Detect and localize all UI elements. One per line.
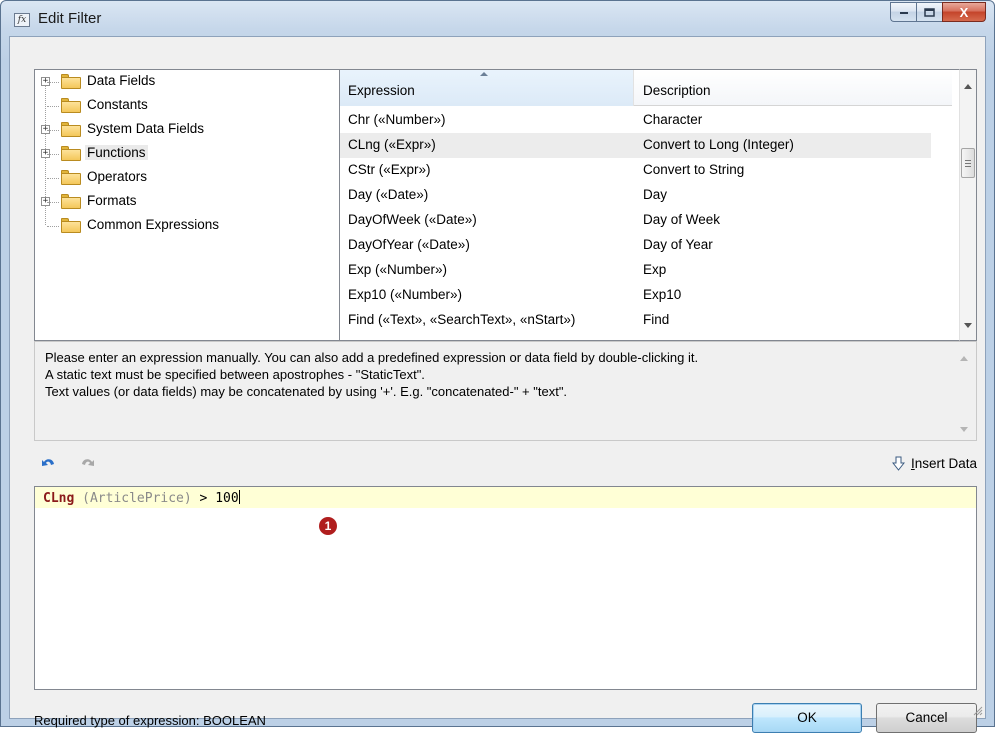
cell-expression: Day («Date») <box>348 187 429 202</box>
grid-row[interactable]: Exp10 («Number») Exp10 <box>340 283 931 308</box>
cell-description: Exp10 <box>643 287 682 302</box>
tree-connector-h <box>47 130 59 131</box>
tree-item-label: Data Fields <box>87 73 156 88</box>
cell-description: Convert to Long (Integer) <box>643 137 794 152</box>
ok-button[interactable]: OK <box>752 703 862 733</box>
grid-row[interactable]: Find («Text», «SearchText», «nStart») Fi… <box>340 308 931 333</box>
cell-expression: Chr («Number») <box>348 112 446 127</box>
expression-grid[interactable]: Expression Description Chr («Number») Ch… <box>340 69 959 341</box>
grid-row[interactable]: CStr («Expr») Convert to String <box>340 158 931 183</box>
folder-icon <box>61 146 81 161</box>
tree-item-label: System Data Fields <box>87 121 205 136</box>
cell-expression: CLng («Expr») <box>348 137 436 152</box>
hint-line: Please enter an expression manually. You… <box>45 350 699 365</box>
insert-data-button[interactable]: Insert Data <box>891 456 977 471</box>
expression-text[interactable]: CLng (ArticlePrice) > 100 <box>43 490 240 506</box>
tree-item-label: Constants <box>87 97 148 112</box>
grid-vertical-scrollbar[interactable] <box>959 69 977 341</box>
minimize-button[interactable] <box>890 2 916 22</box>
folder-icon <box>61 218 81 233</box>
grid-row[interactable]: DayOfYear («Date») Day of Year <box>340 233 931 258</box>
folder-icon <box>61 170 81 185</box>
grid-header: Expression Description <box>340 70 952 106</box>
category-tree[interactable]: + Data Fields Constants + System Data Fi… <box>34 69 340 341</box>
column-header-description[interactable]: Description <box>635 70 951 106</box>
scroll-up-icon[interactable] <box>964 84 972 89</box>
undo-icon[interactable] <box>40 455 58 471</box>
expression-editor[interactable]: CLng (ArticlePrice) > 100 1 <box>34 486 977 690</box>
operator-token: > 100 <box>191 491 239 506</box>
tree-connector-h <box>47 106 59 107</box>
cell-expression: DayOfYear («Date») <box>348 237 470 252</box>
minimize-icon <box>899 12 908 14</box>
title-bar[interactable]: fx Edit Filter X <box>1 1 994 35</box>
redo-icon[interactable] <box>78 455 96 471</box>
edit-filter-window: fx Edit Filter X + Data Fields Constants… <box>0 0 995 733</box>
cell-description: Convert to String <box>643 162 745 177</box>
tree-item-label: Common Expressions <box>87 217 220 232</box>
close-button[interactable]: X <box>942 2 986 22</box>
cell-description: Character <box>643 112 703 127</box>
cell-description: Day of Year <box>643 237 713 252</box>
tree-item-label: Functions <box>85 145 148 160</box>
scroll-thumb[interactable] <box>961 148 975 178</box>
cell-description: Day of Week <box>643 212 721 227</box>
dialog-client-area: + Data Fields Constants + System Data Fi… <box>9 36 986 733</box>
tree-connector-h <box>47 226 59 227</box>
current-line-highlight: CLng (ArticlePrice) > 100 <box>35 487 976 508</box>
cell-expression: CStr («Expr») <box>348 162 431 177</box>
tree-connector-h <box>47 82 59 83</box>
text-caret <box>238 490 240 504</box>
scroll-up-icon[interactable] <box>960 356 968 361</box>
grid-row[interactable]: Day («Date») Day <box>340 183 931 208</box>
close-icon: X <box>959 4 969 20</box>
folder-icon <box>61 122 81 137</box>
sort-ascending-icon <box>480 72 488 76</box>
column-header-expression[interactable]: Expression <box>340 70 634 106</box>
cell-description: Day <box>643 187 668 202</box>
field-token: (ArticlePrice) <box>74 491 192 506</box>
fx-icon: fx <box>14 13 30 27</box>
function-token: CLng <box>43 491 75 506</box>
tree-item-label: Operators <box>87 169 148 184</box>
cell-expression: Find («Text», «SearchText», «nStart») <box>348 312 576 327</box>
cell-description: Exp <box>643 262 667 277</box>
grid-row-selected[interactable]: CLng («Expr») Convert to Long (Integer) <box>340 133 931 158</box>
hint-line: A static text must be specified between … <box>45 367 425 382</box>
cell-expression: Exp («Number») <box>348 262 448 277</box>
insert-arrow-icon <box>891 456 905 471</box>
folder-icon <box>61 194 81 209</box>
hint-panel: Please enter an expression manually. You… <box>34 341 977 441</box>
insert-data-label: Insert Data <box>910 456 977 471</box>
column-header-label: Description <box>643 83 711 98</box>
cell-expression: Exp10 («Number») <box>348 287 463 302</box>
cancel-button[interactable]: Cancel <box>876 703 977 733</box>
maximize-icon <box>924 7 935 17</box>
tree-connector-h <box>47 178 59 179</box>
hint-line: Text values (or data fields) may be conc… <box>45 384 568 399</box>
column-header-label: Expression <box>348 83 415 98</box>
required-type-label: Required type of expression: BOOLEAN <box>34 713 266 728</box>
cell-expression: DayOfWeek («Date») <box>348 212 477 227</box>
grid-row[interactable]: DayOfWeek («Date») Day of Week <box>340 208 931 233</box>
cell-description: Find <box>643 312 670 327</box>
callout-marker: 1 <box>319 517 337 535</box>
caption-buttons: X <box>890 2 986 22</box>
tree-connector-h <box>47 202 59 203</box>
scroll-down-icon[interactable] <box>960 427 968 432</box>
tree-item-label: Formats <box>87 193 137 208</box>
scroll-down-icon[interactable] <box>964 323 972 328</box>
hint-text: Please enter an expression manually. You… <box>45 349 698 400</box>
window-title: Edit Filter <box>38 10 102 27</box>
resize-grip-icon[interactable] <box>973 706 983 716</box>
folder-icon <box>61 74 81 89</box>
grid-row[interactable]: Chr («Number») Character <box>340 108 931 133</box>
folder-icon <box>61 98 81 113</box>
maximize-button[interactable] <box>916 2 942 22</box>
tree-connector-h <box>47 154 59 155</box>
grid-row[interactable]: Exp («Number») Exp <box>340 258 931 283</box>
